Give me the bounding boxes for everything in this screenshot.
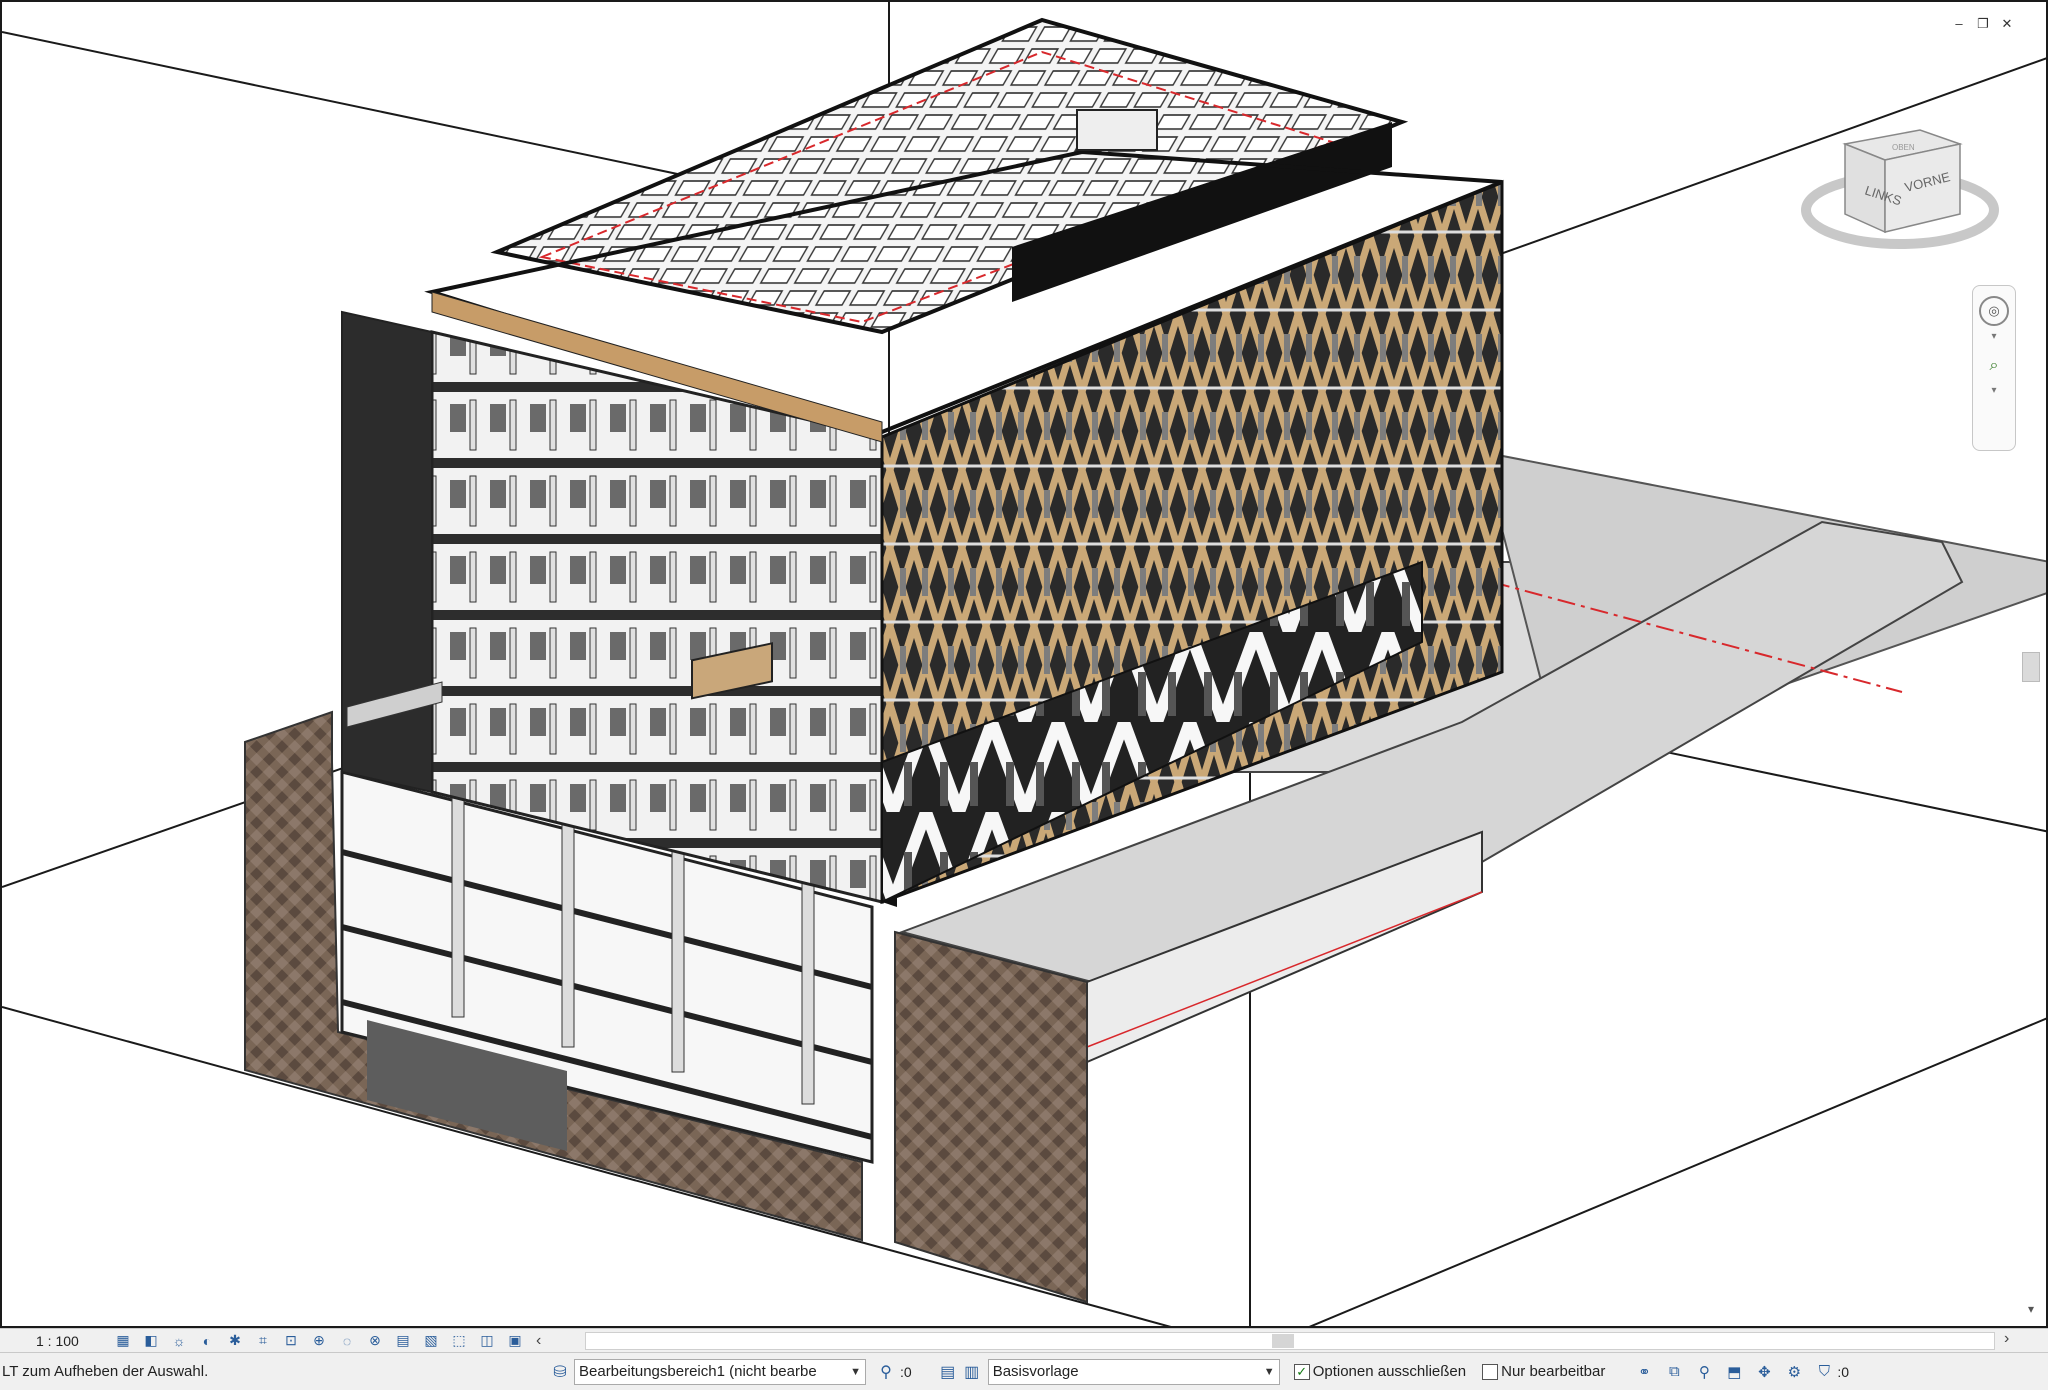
view-scale[interactable]: 1 : 100 — [0, 1333, 112, 1349]
chevron-down-icon: ▼ — [1263, 1365, 1275, 1378]
filter-count: :0 — [1837, 1363, 1850, 1380]
analysis-display-icon[interactable]: ▧ — [420, 1332, 442, 1350]
crop-view-icon[interactable]: ⌗ — [252, 1332, 274, 1350]
select-links-icon[interactable]: ⚭ — [1633, 1361, 1655, 1383]
scroll-right-arrow-icon[interactable]: › — [2004, 1330, 2009, 1348]
editable-only-label: Nur bearbeitbar — [1501, 1363, 1606, 1380]
steering-wheel-icon[interactable]: ◎ — [1979, 296, 2009, 326]
design-option-dropdown[interactable]: Basisvorlage ▼ — [987, 1358, 1280, 1385]
roof-stair-housing — [1076, 109, 1158, 151]
viewcube[interactable]: LINKS VORNE OBEN — [1800, 122, 2000, 262]
view-control-bar: 1 : 100 ▦ ◧ ☼ ◐ ✱ ⌗ ⊡ ⊕ ◌ ⊗ ▤ ▧ ⬚ ◫ ▣ ‹ … — [0, 1328, 2048, 1352]
reference-plane-line — [1308, 1017, 2046, 1326]
temporary-hide-icon[interactable]: ◌ — [336, 1332, 358, 1350]
show-crop-region-icon[interactable]: ⊡ — [280, 1332, 302, 1350]
horizontal-scrollbar-thumb[interactable] — [1272, 1334, 1294, 1348]
3d-view-canvas[interactable]: – ❐ ✕ LINKS VORNE OBEN ◎ ▾ ⌕ ▾ ▾ — [0, 0, 2048, 1328]
navigation-bar: ◎ ▾ ⌕ ▾ — [1972, 285, 2016, 451]
checkbox-checked-icon[interactable]: ✓ — [1293, 1363, 1310, 1380]
select-pinned-icon[interactable]: ⚲ — [1693, 1361, 1715, 1383]
drag-on-selection-icon[interactable]: ✥ — [1753, 1361, 1775, 1383]
exclude-options-checkbox[interactable]: ✓ Optionen ausschließen — [1293, 1363, 1467, 1380]
view-window-controls: – ❐ ✕ — [1950, 16, 2016, 32]
workset-value: Bearbeitungsbereich1 (nicht bearbe — [579, 1363, 817, 1380]
unlock-3d-view-icon[interactable]: ⊕ — [308, 1332, 330, 1350]
highlight-displacement-icon[interactable]: ⬚ — [448, 1332, 470, 1350]
sun-path-icon[interactable]: ☼ — [168, 1332, 190, 1350]
collapse-arrow-icon[interactable]: ‹ — [536, 1332, 541, 1350]
workset-dropdown[interactable]: Bearbeitungsbereich1 (nicht bearbe ▼ — [574, 1358, 866, 1385]
status-message: LT zum Aufheben der Auswahl. — [2, 1363, 209, 1380]
vertical-scrollbar-thumb[interactable] — [2022, 652, 2040, 682]
main-model-icon[interactable]: ▥ — [960, 1361, 984, 1383]
worksets-icon[interactable]: ⛁ — [548, 1361, 572, 1383]
select-underlay-icon[interactable]: ⧉ — [1663, 1361, 1685, 1383]
minimize-icon[interactable]: – — [1950, 16, 1968, 32]
editable-only-checkbox[interactable]: Nur bearbeitbar — [1482, 1363, 1605, 1380]
horizontal-scrollbar[interactable] — [585, 1332, 1995, 1350]
checkbox-unchecked-icon[interactable] — [1482, 1363, 1499, 1380]
building-3d-model[interactable] — [2, 2, 2048, 1328]
design-option-value: Basisvorlage — [992, 1363, 1079, 1380]
background-processes-icon[interactable]: ⚙ — [1783, 1361, 1805, 1383]
visual-style-icon[interactable]: ◧ — [140, 1332, 162, 1350]
soil-section-right — [894, 930, 1088, 1304]
temporary-view-properties-icon[interactable]: ▤ — [392, 1332, 414, 1350]
exclude-options-label: Optionen ausschließen — [1312, 1363, 1467, 1380]
render-dialog-icon[interactable]: ✱ — [224, 1332, 246, 1350]
zoom-region-icon[interactable]: ⌕ — [1980, 352, 2008, 380]
viewcube-top-label: OBEN — [1892, 143, 1915, 152]
shadows-icon[interactable]: ◐ — [196, 1332, 218, 1350]
reveal-constraints-icon[interactable]: ◫ — [476, 1332, 498, 1350]
chevron-down-icon[interactable]: ▾ — [1973, 330, 2015, 344]
status-bar: LT zum Aufheben der Auswahl. ⛁ Bearbeitu… — [0, 1352, 2048, 1390]
design-options-icon[interactable]: ▤ — [936, 1361, 960, 1383]
editable-count: :0 — [900, 1363, 912, 1380]
restore-icon[interactable]: ❐ — [1974, 16, 1992, 32]
detail-level-icon[interactable]: ▦ — [112, 1332, 134, 1350]
filter-icon[interactable]: ⛉ — [1813, 1361, 1835, 1383]
reveal-hidden-icon[interactable]: ⊗ — [364, 1332, 386, 1350]
editable-only-filter-icon[interactable]: ⚲ — [874, 1361, 898, 1383]
select-by-face-icon[interactable]: ⬒ — [1723, 1361, 1745, 1383]
chevron-down-icon[interactable]: ▾ — [1973, 384, 2015, 398]
worksharing-display-icon[interactable]: ▣ — [504, 1332, 526, 1350]
close-icon[interactable]: ✕ — [1998, 16, 2016, 32]
chevron-down-icon: ▼ — [850, 1365, 861, 1378]
scroll-down-arrow-icon[interactable]: ▾ — [2022, 1302, 2040, 1316]
